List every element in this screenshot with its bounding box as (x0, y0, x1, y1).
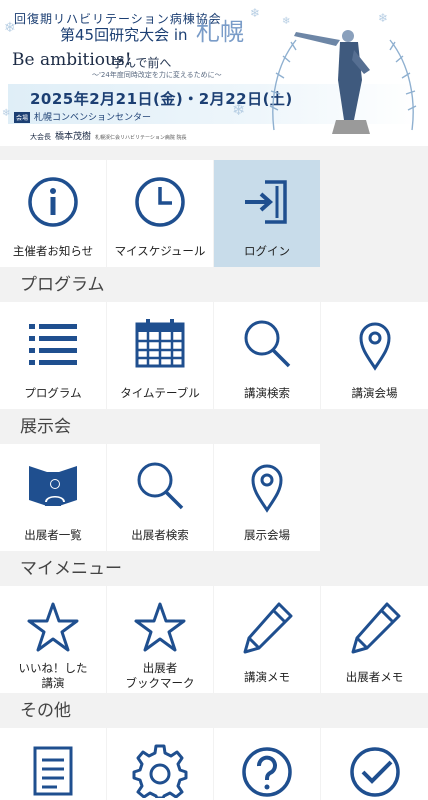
clock-icon (135, 177, 185, 227)
search-icon (137, 462, 184, 510)
tile-label: ログイン (244, 244, 290, 258)
tile-exhibitor-bookmark[interactable]: 出展者 ブックマーク (107, 586, 213, 693)
tile-lecture-memo[interactable]: 講演メモ (214, 586, 320, 693)
tile-label: 出展者メモ (345, 670, 404, 684)
tile-label: プログラム (24, 386, 82, 400)
tile-settings[interactable] (107, 728, 213, 800)
section-title-exhibition: 展示会 (20, 417, 71, 437)
tile-label: 出展者一覧 (24, 528, 82, 542)
venue-tag: 会場 (14, 112, 31, 123)
tile-exhibition-venue[interactable]: 展示会場 (214, 444, 320, 551)
settings-gear-icon (132, 744, 188, 798)
location-pin-icon (251, 464, 283, 513)
section-title-other: その他 (20, 701, 71, 721)
tile-label: 講演会場 (351, 386, 398, 400)
president-name: 橋本茂樹 (55, 132, 92, 142)
section-title-program: プログラム (20, 275, 105, 295)
pencil-icon (351, 602, 400, 654)
clark-statue-illustration: ❄ ❄ (269, 11, 417, 134)
banner-event: 第45回研究大会 in (60, 26, 188, 44)
section-title-my-menu: マイメニュー (20, 559, 122, 579)
list-icon (29, 324, 77, 365)
svg-text:❄: ❄ (282, 16, 290, 27)
tile-label: いいね！した 講演 (18, 661, 88, 690)
star-icon (134, 602, 186, 652)
banner-tagline: 〜'24年度同時改定を力に変えるために〜 (92, 71, 222, 79)
tile-label: 展示会場 (244, 528, 290, 542)
menu-grid: 主催者お知らせ マイスケジュール ログイン プログラム プログラム タイムテーブ… (0, 160, 428, 800)
snowflake-icon: ❄ (250, 6, 261, 20)
president-title: 大会長 (30, 133, 51, 141)
tile-document[interactable] (0, 728, 106, 800)
other-row (0, 728, 428, 800)
tile-timetable[interactable]: タイムテーブル (107, 302, 213, 409)
login-icon (245, 180, 287, 224)
banner-city: 札幌 (196, 18, 244, 46)
my-menu-row: いいね！した 講演 出展者 ブックマーク 講演メモ 出展者メモ (0, 586, 428, 694)
tile-label: 出展者 ブックマーク (125, 661, 195, 690)
tile-organizer-news[interactable]: 主催者お知らせ (0, 160, 106, 267)
app-screen: ❄ ❄ ❄ ❄ 回復期リハビリテーション病棟協会 第45回研究大会 in 札幌 … (0, 0, 428, 800)
tile-help[interactable] (214, 728, 320, 800)
tile-label: 主催者お知らせ (12, 244, 94, 258)
tile-program[interactable]: プログラム (0, 302, 106, 409)
info-icon (28, 177, 78, 227)
tile-exhibitor-list[interactable]: 出展者一覧 (0, 444, 106, 551)
president-affiliation: 札幌渓仁会リハビリテーション病院 院長 (95, 135, 187, 141)
tile-exhibitor-search[interactable]: 出展者検索 (107, 444, 213, 551)
search-icon (244, 320, 291, 368)
tile-my-schedule[interactable]: マイスケジュール (107, 160, 213, 267)
top-row: 主催者お知らせ マイスケジュール ログイン (0, 160, 428, 268)
tile-login[interactable]: ログイン (214, 160, 320, 267)
exhibition-row: 出展者一覧 出展者検索 展示会場 (0, 444, 428, 552)
tile-label: タイムテーブル (120, 386, 200, 400)
venue-name: 札幌コンベンションセンター (34, 113, 152, 123)
location-pin-icon (358, 322, 391, 371)
pencil-icon (243, 602, 293, 654)
calendar-icon (135, 319, 185, 368)
help-icon (242, 747, 292, 797)
tile-label: 出展者検索 (131, 528, 189, 542)
empty-slot (321, 160, 428, 267)
tile-liked-lectures[interactable]: いいね！した 講演 (0, 586, 106, 693)
banner-venue: 会場 札幌コンベンションセンター (14, 110, 151, 123)
tile-exhibitor-memo[interactable]: 出展者メモ (321, 586, 428, 693)
banner-date: 2025年2月21日(金)・2月22日(土) (30, 90, 293, 108)
snowflake-icon: ❄ (2, 108, 11, 119)
checkmark-icon (349, 747, 400, 797)
event-banner: ❄ ❄ ❄ ❄ 回復期リハビリテーション病棟協会 第45回研究大会 in 札幌 … (0, 0, 428, 146)
star-icon (27, 602, 79, 652)
empty-slot (321, 444, 428, 551)
tile-lecture-venue[interactable]: 講演会場 (321, 302, 428, 409)
tile-check[interactable] (321, 728, 428, 800)
tile-label: 講演検索 (244, 386, 290, 400)
exhibitor-icon (29, 466, 77, 506)
banner-president: 大会長 橋本茂樹 札幌渓仁会リハビリテーション病院 院長 (30, 129, 187, 142)
tile-label: マイスケジュール (114, 244, 206, 258)
program-row: プログラム タイムテーブル 講演検索 講演会場 (0, 302, 428, 410)
svg-text:❄: ❄ (378, 11, 388, 25)
banner-slogan-sub: 学んで前へ (112, 56, 172, 70)
document-icon (33, 746, 73, 796)
tile-lecture-search[interactable]: 講演検索 (214, 302, 320, 409)
tile-label: 講演メモ (244, 670, 290, 684)
